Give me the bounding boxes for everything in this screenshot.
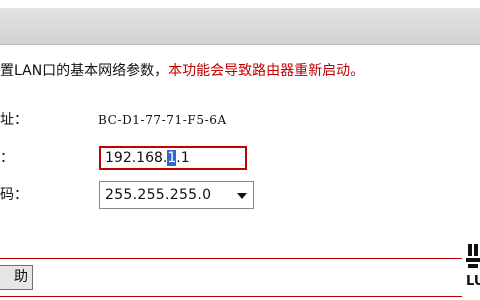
logo-mark-icon (466, 244, 480, 268)
header-bar (0, 8, 480, 45)
brand-logo: LU (466, 240, 480, 300)
ip-text-after: .1 (176, 150, 190, 166)
subnet-mask-value: 255.255.255.0 (105, 187, 212, 203)
mac-address-label: 址： (0, 112, 28, 128)
help-button[interactable]: 助 (0, 265, 33, 290)
chevron-down-icon[interactable] (237, 193, 247, 199)
restart-warning: 本功能会导致路由器重新启动。 (168, 63, 365, 79)
description-text: 置LAN口的基本网络参数， (0, 63, 169, 79)
mac-address-value: BC-D1-77-71-F5-6A (98, 113, 227, 127)
ip-address-input[interactable]: 192.168.1.1 (99, 146, 247, 170)
ip-address-label: ： (0, 150, 14, 166)
ip-text-before: 192.168. (105, 150, 168, 166)
subnet-mask-label: 码： (0, 187, 28, 203)
page-description: 置LAN口的基本网络参数，本功能会导致路由器重新启动。 (0, 61, 364, 81)
divider-bottom (0, 296, 462, 297)
logo-text: LU (466, 274, 480, 289)
divider-top (0, 258, 462, 259)
subnet-mask-select[interactable]: 255.255.255.0 (99, 181, 254, 209)
ip-text-selected: 1 (167, 150, 177, 166)
